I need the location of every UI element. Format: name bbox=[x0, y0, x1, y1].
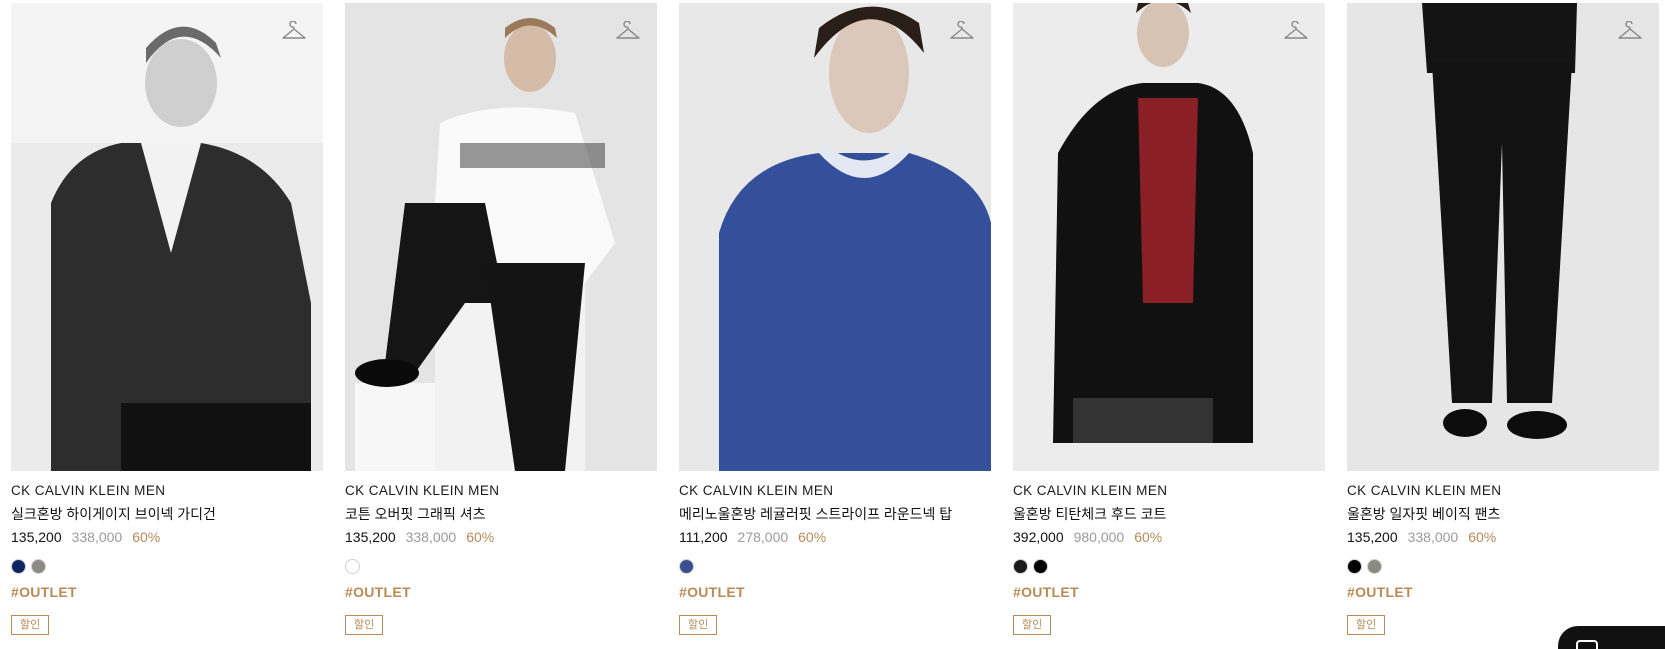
product-prices: 135,200 338,000 60% bbox=[11, 529, 323, 545]
sale-price: 135,200 bbox=[1347, 529, 1398, 545]
sale-price: 135,200 bbox=[11, 529, 62, 545]
color-swatch-olive-gray[interactable] bbox=[1367, 559, 1382, 574]
discount-rate: 60% bbox=[132, 529, 161, 545]
color-swatch-black[interactable] bbox=[1033, 559, 1048, 574]
hanger-icon[interactable] bbox=[1617, 21, 1643, 43]
discount-badge: 할인 bbox=[11, 615, 50, 635]
chat-button[interactable] bbox=[1558, 626, 1665, 649]
hanger-icon[interactable] bbox=[949, 21, 975, 43]
original-price: 338,000 bbox=[1407, 529, 1459, 545]
product-card[interactable]: CK CALVIN KLEIN MEN 코튼 오버핏 그래픽 셔츠 135,20… bbox=[345, 3, 657, 635]
discount-rate: 60% bbox=[466, 529, 495, 545]
product-brand[interactable]: CK CALVIN KLEIN MEN bbox=[1347, 483, 1659, 498]
original-price: 338,000 bbox=[405, 529, 457, 545]
product-card[interactable]: CK CALVIN KLEIN MEN 울혼방 티탄체크 후드 코트 392,0… bbox=[1013, 3, 1325, 635]
product-brand[interactable]: CK CALVIN KLEIN MEN bbox=[11, 483, 323, 498]
outlet-tag[interactable]: #OUTLET bbox=[11, 584, 323, 600]
sale-price: 135,200 bbox=[345, 529, 396, 545]
product-name[interactable]: 실크혼방 하이게이지 브이넥 가디건 bbox=[11, 504, 323, 524]
color-swatches bbox=[1347, 559, 1659, 574]
outlet-tag[interactable]: #OUTLET bbox=[345, 584, 657, 600]
product-prices: 111,200 278,000 60% bbox=[679, 529, 991, 545]
discount-rate: 60% bbox=[798, 529, 827, 545]
original-price: 980,000 bbox=[1073, 529, 1125, 545]
outlet-tag[interactable]: #OUTLET bbox=[1347, 584, 1659, 600]
color-swatches bbox=[1013, 559, 1325, 574]
color-swatch-gray[interactable] bbox=[31, 559, 46, 574]
product-prices: 135,200 338,000 60% bbox=[1347, 529, 1659, 545]
original-price: 278,000 bbox=[737, 529, 789, 545]
hanger-icon[interactable] bbox=[281, 21, 307, 43]
outlet-tag[interactable]: #OUTLET bbox=[679, 584, 991, 600]
discount-rate: 60% bbox=[1134, 529, 1163, 545]
product-photo-pants bbox=[1347, 3, 1659, 471]
color-swatches bbox=[11, 559, 323, 574]
discount-badge: 할인 bbox=[1347, 615, 1386, 635]
product-card[interactable]: CK CALVIN KLEIN MEN 실크혼방 하이게이지 브이넥 가디건 1… bbox=[11, 3, 323, 635]
product-name[interactable]: 울혼방 티탄체크 후드 코트 bbox=[1013, 504, 1325, 524]
hanger-icon[interactable] bbox=[1283, 21, 1309, 43]
product-image[interactable] bbox=[1013, 3, 1325, 471]
sale-price: 392,000 bbox=[1013, 529, 1064, 545]
color-swatches bbox=[345, 559, 657, 574]
product-brand[interactable]: CK CALVIN KLEIN MEN bbox=[345, 483, 657, 498]
original-price: 338,000 bbox=[71, 529, 123, 545]
product-photo-coat bbox=[1013, 3, 1325, 471]
product-card[interactable]: CK CALVIN KLEIN MEN 메리노울혼방 레귤러핏 스트라이프 라운… bbox=[679, 3, 991, 635]
product-brand[interactable]: CK CALVIN KLEIN MEN bbox=[1013, 483, 1325, 498]
color-swatch-blue[interactable] bbox=[679, 559, 694, 574]
product-name[interactable]: 코튼 오버핏 그래픽 셔츠 bbox=[345, 504, 657, 524]
discount-rate: 60% bbox=[1468, 529, 1497, 545]
product-grid: CK CALVIN KLEIN MEN 실크혼방 하이게이지 브이넥 가디건 1… bbox=[11, 3, 1659, 635]
color-swatch-black[interactable] bbox=[1347, 559, 1362, 574]
outlet-tag[interactable]: #OUTLET bbox=[1013, 584, 1325, 600]
product-image[interactable] bbox=[1347, 3, 1659, 471]
color-swatches bbox=[679, 559, 991, 574]
product-image[interactable] bbox=[679, 3, 991, 471]
product-prices: 392,000 980,000 60% bbox=[1013, 529, 1325, 545]
product-brand[interactable]: CK CALVIN KLEIN MEN bbox=[679, 483, 991, 498]
product-prices: 135,200 338,000 60% bbox=[345, 529, 657, 545]
color-swatch-navy[interactable] bbox=[11, 559, 26, 574]
hanger-icon[interactable] bbox=[615, 21, 641, 43]
discount-badge: 할인 bbox=[345, 615, 384, 635]
product-card[interactable]: CK CALVIN KLEIN MEN 울혼방 일자핏 베이직 팬츠 135,2… bbox=[1347, 3, 1659, 635]
sale-price: 111,200 bbox=[679, 529, 728, 545]
product-photo-cardigan bbox=[11, 3, 323, 471]
product-name[interactable]: 울혼방 일자핏 베이직 팬츠 bbox=[1347, 504, 1659, 524]
product-photo-sweater bbox=[679, 3, 991, 471]
color-swatch-charcoal[interactable] bbox=[1013, 559, 1028, 574]
discount-badge: 할인 bbox=[1013, 615, 1052, 635]
color-swatch-white[interactable] bbox=[345, 559, 360, 574]
product-name[interactable]: 메리노울혼방 레귤러핏 스트라이프 라운드넥 탑 bbox=[679, 504, 991, 524]
chat-icon bbox=[1576, 640, 1598, 649]
product-image[interactable] bbox=[345, 3, 657, 471]
discount-badge: 할인 bbox=[679, 615, 718, 635]
product-image[interactable] bbox=[11, 3, 323, 471]
product-photo-shirt bbox=[345, 3, 657, 471]
